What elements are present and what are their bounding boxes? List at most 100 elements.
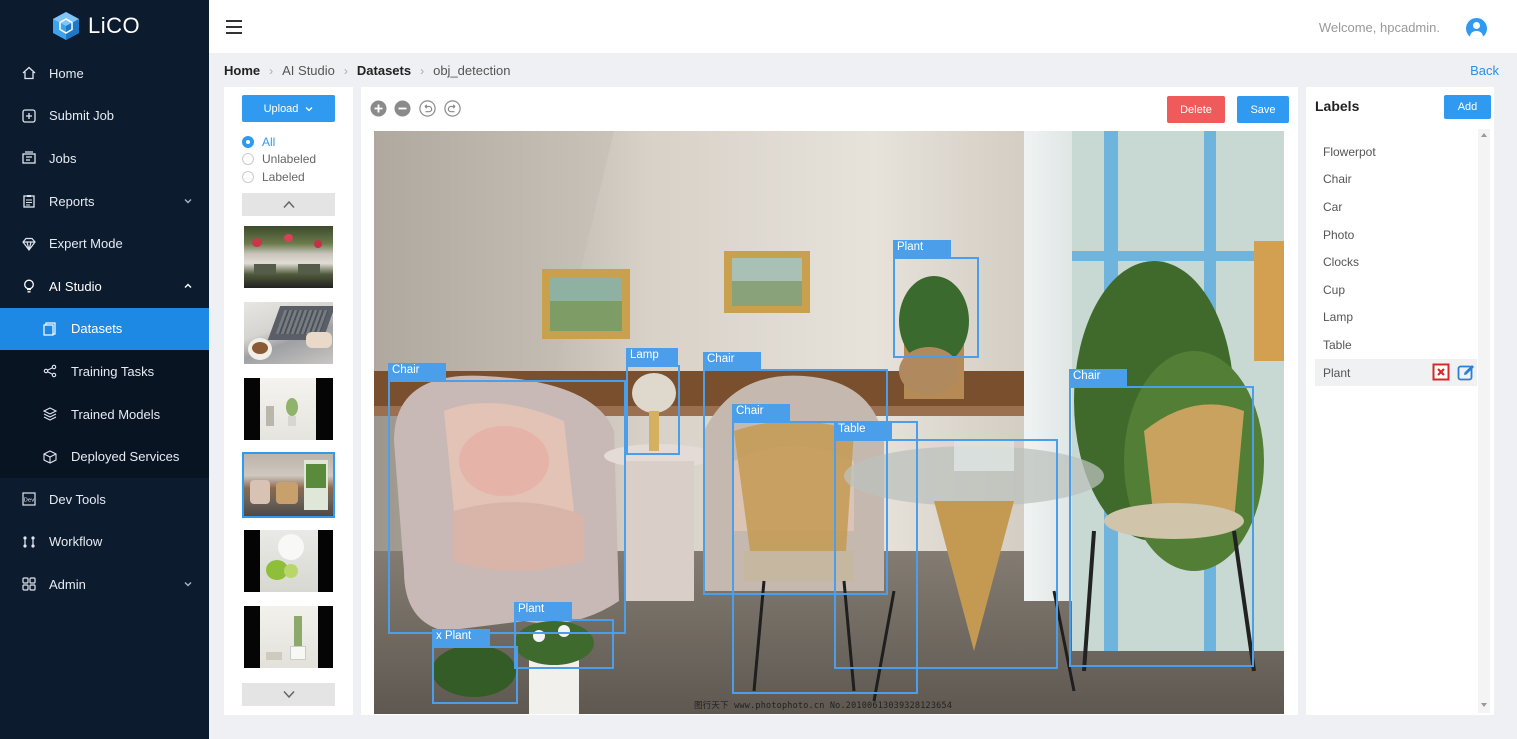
- home-icon: [22, 66, 36, 80]
- sidebar-item-ai-studio[interactable]: AI Studio: [0, 265, 209, 308]
- label-item[interactable]: Car: [1315, 193, 1477, 221]
- label-list-scrollbar[interactable]: [1478, 129, 1490, 713]
- bbox-label[interactable]: Lamp: [626, 348, 678, 365]
- radio-dot: [242, 135, 254, 148]
- sidebar-item-label: Admin: [49, 576, 86, 592]
- label-item[interactable]: Lamp: [1315, 304, 1477, 332]
- label-item[interactable]: Table: [1315, 331, 1477, 359]
- breadcrumb-datasets[interactable]: Datasets: [357, 63, 411, 78]
- chevron-up-icon: [184, 283, 192, 289]
- thumbnail-image: [244, 454, 333, 516]
- bbox-label[interactable]: Chair: [388, 363, 446, 380]
- datasets-icon: [43, 322, 57, 336]
- label-item[interactable]: Chair: [1315, 166, 1477, 194]
- thumbnail-item[interactable]: [242, 528, 335, 594]
- bbox-label[interactable]: Plant: [893, 240, 951, 257]
- sidebar-item-label: Jobs: [49, 150, 77, 166]
- breadcrumb-home[interactable]: Home: [224, 63, 260, 78]
- bbox-plant[interactable]: Plant: [514, 602, 614, 669]
- label-item[interactable]: Clocks: [1315, 248, 1477, 276]
- breadcrumb-ai-studio[interactable]: AI Studio: [282, 63, 335, 78]
- zoom-in-icon[interactable]: [370, 100, 387, 117]
- bbox-lamp[interactable]: Lamp: [626, 348, 680, 455]
- thumbnail-scroll-up-button[interactable]: [242, 193, 335, 216]
- sidebar-item-label: AI Studio: [49, 278, 102, 294]
- bbox-label[interactable]: Plant: [514, 602, 572, 619]
- user-avatar[interactable]: [1466, 18, 1487, 39]
- chevron-down-icon: [282, 690, 295, 699]
- bbox-label[interactable]: Chair: [1069, 369, 1127, 386]
- image-canvas[interactable]: Plant Lamp Chair Chair Chair Table Chair…: [374, 131, 1284, 714]
- bbox-plant[interactable]: x Plant: [432, 629, 518, 704]
- delete-label-icon[interactable]: [1432, 363, 1450, 381]
- scroll-down-arrow-icon[interactable]: [1481, 703, 1487, 707]
- filter-radio-all[interactable]: All: [242, 133, 316, 151]
- sidebar-item-training-tasks[interactable]: Training Tasks: [0, 350, 209, 393]
- annotation-editor: Delete Save Plant Lamp Chair Chair Chair…: [361, 87, 1298, 715]
- filter-radio-group: All Unlabeled Labeled: [242, 133, 316, 186]
- filter-radio-unlabeled[interactable]: Unlabeled: [242, 151, 316, 169]
- thumbnail-item[interactable]: [242, 604, 335, 670]
- sidebar: LiCO Home Submit Job Jobs Reports Expert…: [0, 0, 209, 739]
- thumbnail-image: [244, 226, 333, 288]
- thumbnail-image: [244, 530, 333, 592]
- bbox-label[interactable]: Table: [834, 422, 892, 439]
- bbox-chair[interactable]: Chair: [388, 363, 626, 634]
- bbox-plant[interactable]: Plant: [893, 240, 979, 358]
- sidebar-item-dev-tools[interactable]: Dev Dev Tools: [0, 478, 209, 521]
- grid-icon: [22, 577, 36, 592]
- filter-radio-labeled[interactable]: Labeled: [242, 168, 316, 186]
- label-item-hovered[interactable]: Plant: [1315, 358, 1477, 387]
- label-name: Flowerpot: [1323, 144, 1376, 159]
- save-button[interactable]: Save: [1237, 96, 1289, 123]
- zoom-out-icon[interactable]: [394, 100, 411, 117]
- radio-dot: [242, 170, 254, 183]
- edit-label-icon[interactable]: [1457, 363, 1475, 381]
- bbox-label[interactable]: Chair: [732, 404, 790, 421]
- redo-icon[interactable]: [444, 100, 461, 117]
- thumbnail-item-selected[interactable]: [242, 452, 335, 518]
- upload-button[interactable]: Upload: [242, 95, 335, 122]
- menu-toggle-icon[interactable]: [226, 19, 242, 34]
- sidebar-item-label: Reports: [49, 193, 95, 209]
- sidebar-item-home[interactable]: Home: [0, 52, 209, 95]
- thumbnail-item[interactable]: [242, 376, 335, 442]
- label-item[interactable]: Cup: [1315, 276, 1477, 304]
- sidebar-item-workflow[interactable]: Workflow: [0, 521, 209, 564]
- undo-icon[interactable]: [419, 100, 436, 117]
- jobs-icon: [22, 151, 36, 165]
- bbox-label[interactable]: Chair: [703, 352, 761, 369]
- labels-title: Labels: [1315, 98, 1360, 114]
- thumbnail-item[interactable]: [242, 224, 335, 290]
- bbox-label[interactable]: x Plant: [432, 629, 490, 646]
- label-list: Flowerpot Chair Car Photo Clocks Cup Lam…: [1315, 138, 1477, 387]
- sidebar-item-submit-job[interactable]: Submit Job: [0, 95, 209, 138]
- sidebar-item-jobs[interactable]: Jobs: [0, 137, 209, 180]
- label-item[interactable]: Photo: [1315, 221, 1477, 249]
- label-item[interactable]: Flowerpot: [1315, 138, 1477, 166]
- sidebar-item-trained-models[interactable]: Trained Models: [0, 393, 209, 436]
- label-name: Clocks: [1323, 255, 1360, 270]
- back-link[interactable]: Back: [1470, 63, 1499, 78]
- sidebar-item-reports[interactable]: Reports: [0, 180, 209, 223]
- radio-dot: [242, 153, 254, 166]
- bbox-table[interactable]: Table: [834, 422, 1058, 669]
- sidebar-nav: Home Submit Job Jobs Reports Expert Mode…: [0, 52, 209, 308]
- sidebar-item-label: Deployed Services: [71, 449, 180, 465]
- sidebar-item-datasets[interactable]: Datasets: [0, 307, 209, 351]
- clipboard-icon: [22, 194, 36, 208]
- bbox-chair[interactable]: Chair: [1069, 369, 1254, 667]
- sidebar-item-deployed-services[interactable]: Deployed Services: [0, 435, 209, 478]
- thumbnail-image: [244, 606, 333, 668]
- thumbnail-item[interactable]: [242, 300, 335, 366]
- filter-label: Labeled: [262, 169, 305, 184]
- scroll-up-arrow-icon[interactable]: [1481, 133, 1487, 137]
- thumbnail-scroll-down-button[interactable]: [242, 683, 335, 706]
- sidebar-item-expert-mode[interactable]: Expert Mode: [0, 222, 209, 265]
- add-label-button[interactable]: Add: [1444, 95, 1491, 119]
- app-logo[interactable]: LiCO: [0, 0, 209, 52]
- delete-button[interactable]: Delete: [1167, 96, 1225, 123]
- dev-icon: Dev: [22, 492, 36, 506]
- sidebar-nav-bottom: Dev Dev Tools Workflow Admin: [0, 478, 209, 606]
- sidebar-item-admin[interactable]: Admin: [0, 563, 209, 606]
